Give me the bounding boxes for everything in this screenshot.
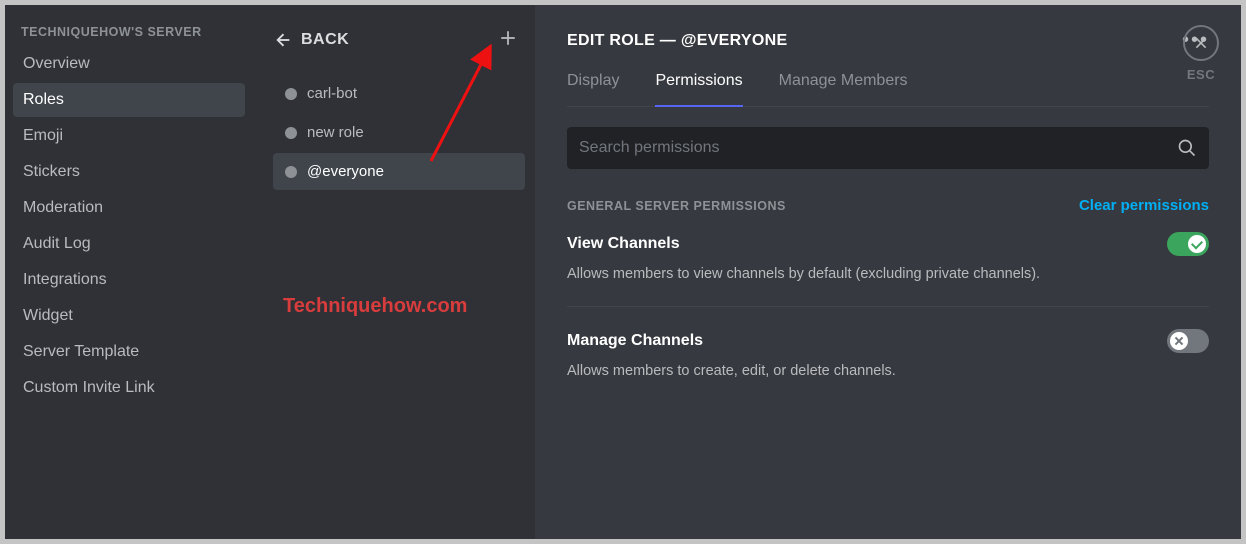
role-color-dot-icon <box>285 88 297 100</box>
tab-permissions[interactable]: Permissions <box>655 72 742 106</box>
clear-permissions-link[interactable]: Clear permissions <box>1079 197 1209 214</box>
page-title: EDIT ROLE — @EVERYONE <box>567 32 787 50</box>
arrow-left-icon <box>271 30 291 50</box>
permission-description: Allows members to view channels by defau… <box>567 264 1209 284</box>
permission-row-view-channels: View Channels Allows members to view cha… <box>567 232 1209 307</box>
search-permissions-box[interactable] <box>567 127 1209 169</box>
close-button[interactable] <box>1183 25 1219 61</box>
app-window: TECHNIQUEHOW'S SERVER Overview Roles Emo… <box>5 5 1241 539</box>
sidebar-item-stickers[interactable]: Stickers <box>13 155 245 189</box>
permission-toggle[interactable] <box>1167 232 1209 256</box>
role-item-everyone[interactable]: @everyone <box>273 153 525 190</box>
add-role-button[interactable] <box>499 29 517 51</box>
roles-column: BACK carl-bot new role @everyone Tec <box>253 5 535 539</box>
role-name: new role <box>307 124 364 141</box>
toggle-knob-icon <box>1170 332 1188 350</box>
permission-description: Allows members to create, edit, or delet… <box>567 361 1209 381</box>
sidebar-item-widget[interactable]: Widget <box>13 299 245 333</box>
role-name: @everyone <box>307 163 384 180</box>
back-label: BACK <box>301 31 349 49</box>
sidebar-item-server-template[interactable]: Server Template <box>13 335 245 369</box>
toggle-knob-icon <box>1188 235 1206 253</box>
permission-name: Manage Channels <box>567 332 703 350</box>
tab-display[interactable]: Display <box>567 72 619 106</box>
role-color-dot-icon <box>285 127 297 139</box>
tab-bar: Display Permissions Manage Members <box>567 72 1209 107</box>
sidebar-item-moderation[interactable]: Moderation <box>13 191 245 225</box>
permission-row-manage-channels: Manage Channels Allows members to create… <box>567 329 1209 403</box>
settings-sidebar: TECHNIQUEHOW'S SERVER Overview Roles Emo… <box>5 5 253 539</box>
role-item-carl-bot[interactable]: carl-bot <box>273 75 525 112</box>
role-list: carl-bot new role @everyone <box>263 75 525 190</box>
sidebar-item-emoji[interactable]: Emoji <box>13 119 245 153</box>
watermark-text: Techniquehow.com <box>283 295 467 318</box>
close-icon <box>1193 35 1209 51</box>
search-input[interactable] <box>579 139 1177 157</box>
sidebar-item-roles[interactable]: Roles <box>13 83 245 117</box>
sidebar-item-custom-invite-link[interactable]: Custom Invite Link <box>13 371 245 405</box>
role-item-new-role[interactable]: new role <box>273 114 525 151</box>
sidebar-item-integrations[interactable]: Integrations <box>13 263 245 297</box>
tab-manage-members[interactable]: Manage Members <box>779 72 908 106</box>
role-name: carl-bot <box>307 85 357 102</box>
close-settings: ESC <box>1183 25 1219 82</box>
roles-column-header: BACK <box>263 29 525 75</box>
permissions-section-header: GENERAL SERVER PERMISSIONS Clear permiss… <box>567 197 1209 214</box>
sidebar-item-overview[interactable]: Overview <box>13 47 245 81</box>
main-header: EDIT ROLE — @EVERYONE ••• <box>567 29 1209 52</box>
role-editor-panel: EDIT ROLE — @EVERYONE ••• Display Permis… <box>535 5 1241 539</box>
search-icon <box>1177 138 1197 158</box>
permission-name: View Channels <box>567 235 680 253</box>
server-name-heading: TECHNIQUEHOW'S SERVER <box>13 25 245 47</box>
back-button[interactable]: BACK <box>271 30 349 50</box>
esc-label: ESC <box>1183 67 1219 82</box>
section-title: GENERAL SERVER PERMISSIONS <box>567 199 786 213</box>
role-color-dot-icon <box>285 166 297 178</box>
sidebar-item-audit-log[interactable]: Audit Log <box>13 227 245 261</box>
permission-toggle[interactable] <box>1167 329 1209 353</box>
plus-icon <box>499 29 517 47</box>
